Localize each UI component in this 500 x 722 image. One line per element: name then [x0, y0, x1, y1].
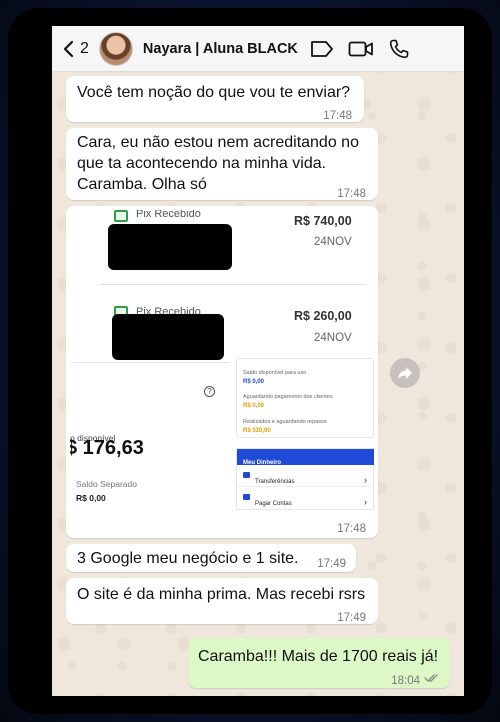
transfer-icon	[243, 472, 250, 478]
divider	[70, 362, 230, 363]
menu-item-transfers: Transferências ›	[237, 465, 374, 487]
read-receipt-icon	[424, 674, 438, 682]
message-time: 18:04	[391, 675, 420, 687]
label-tag-icon[interactable]	[310, 40, 334, 58]
message-time: 17:48	[323, 110, 352, 122]
pix-icon	[114, 210, 128, 222]
money-menu: Meu Dinheiro Transferências › Pagar Cont…	[236, 448, 374, 510]
video-call-icon[interactable]	[348, 40, 374, 58]
message-text: Cara, eu não estou nem acreditando no qu…	[77, 134, 359, 193]
chat-header: 2 Nayara | Aluna BLACK	[52, 26, 464, 72]
chevron-left-icon	[63, 40, 74, 57]
phone-call-icon[interactable]	[388, 38, 410, 60]
pix-amount: R$ 740,00	[294, 214, 352, 228]
message-time: 17:49	[317, 558, 346, 570]
message-time: 17:48	[337, 523, 366, 535]
forward-arrow-icon	[398, 367, 412, 379]
menu-title: Meu Dinheiro	[237, 449, 374, 466]
message-time: 17:48	[337, 188, 366, 200]
avatar[interactable]	[98, 31, 133, 66]
message-image[interactable]: Pix Recebido R$ 740,00 24NOV Pix Recebid…	[66, 206, 378, 538]
message-text: 3 Google meu negócio e 1 site.	[77, 550, 299, 567]
balance-panel: Saldo disponível para uso R$ 0,00 Aguard…	[236, 358, 374, 438]
pix-date: 24NOV	[314, 332, 352, 344]
barcode-icon	[243, 494, 250, 500]
message-time: 17:49	[337, 612, 366, 624]
help-icon: ?	[204, 386, 215, 397]
redacted-block	[112, 314, 224, 360]
menu-item-pay-bills: Pagar Contas ›	[237, 487, 374, 509]
forward-button[interactable]	[390, 358, 420, 388]
balance-value: $ 176,63	[70, 437, 144, 459]
bank-screenshot-image[interactable]: Pix Recebido R$ 740,00 24NOV Pix Recebid…	[70, 210, 374, 510]
phone-frame: 2 Nayara | Aluna BLACK Você tem noção do…	[8, 8, 492, 714]
message-incoming[interactable]: 3 Google meu negócio e 1 site. 17:49	[66, 544, 356, 572]
redacted-block	[108, 224, 232, 270]
message-incoming[interactable]: Cara, eu não estou nem acreditando no qu…	[66, 128, 378, 200]
unread-count: 2	[80, 39, 89, 57]
message-text: O site é da minha prima. Mas recebi rsrs	[77, 586, 366, 603]
panel-value: R$ 530,00	[243, 428, 271, 434]
chat-screen: 2 Nayara | Aluna BLACK Você tem noção do…	[52, 26, 464, 696]
pix-label: Pix Recebido	[136, 210, 201, 220]
back-button[interactable]: 2	[62, 40, 89, 58]
message-text: Caramba!!! Mais de 1700 reais já!	[198, 648, 439, 665]
message-incoming[interactable]: O site é da minha prima. Mas recebi rsrs…	[66, 578, 378, 624]
pix-date: 24NOV	[314, 236, 352, 248]
message-incoming[interactable]: Você tem noção do que vou te enviar? 17:…	[66, 76, 364, 122]
contact-name[interactable]: Nayara | Aluna BLACK	[143, 41, 298, 57]
chevron-right-icon: ›	[364, 497, 367, 507]
message-text: Você tem noção do que vou te enviar?	[77, 84, 351, 101]
divider	[100, 284, 366, 285]
pix-amount: R$ 260,00	[294, 309, 352, 323]
menu-item-label: Pagar Contas	[255, 501, 292, 507]
menu-item-label: Transferências	[255, 479, 295, 485]
separated-value: R$ 0,00	[76, 493, 106, 503]
message-outgoing[interactable]: Caramba!!! Mais de 1700 reais já! 18:04	[188, 638, 450, 688]
